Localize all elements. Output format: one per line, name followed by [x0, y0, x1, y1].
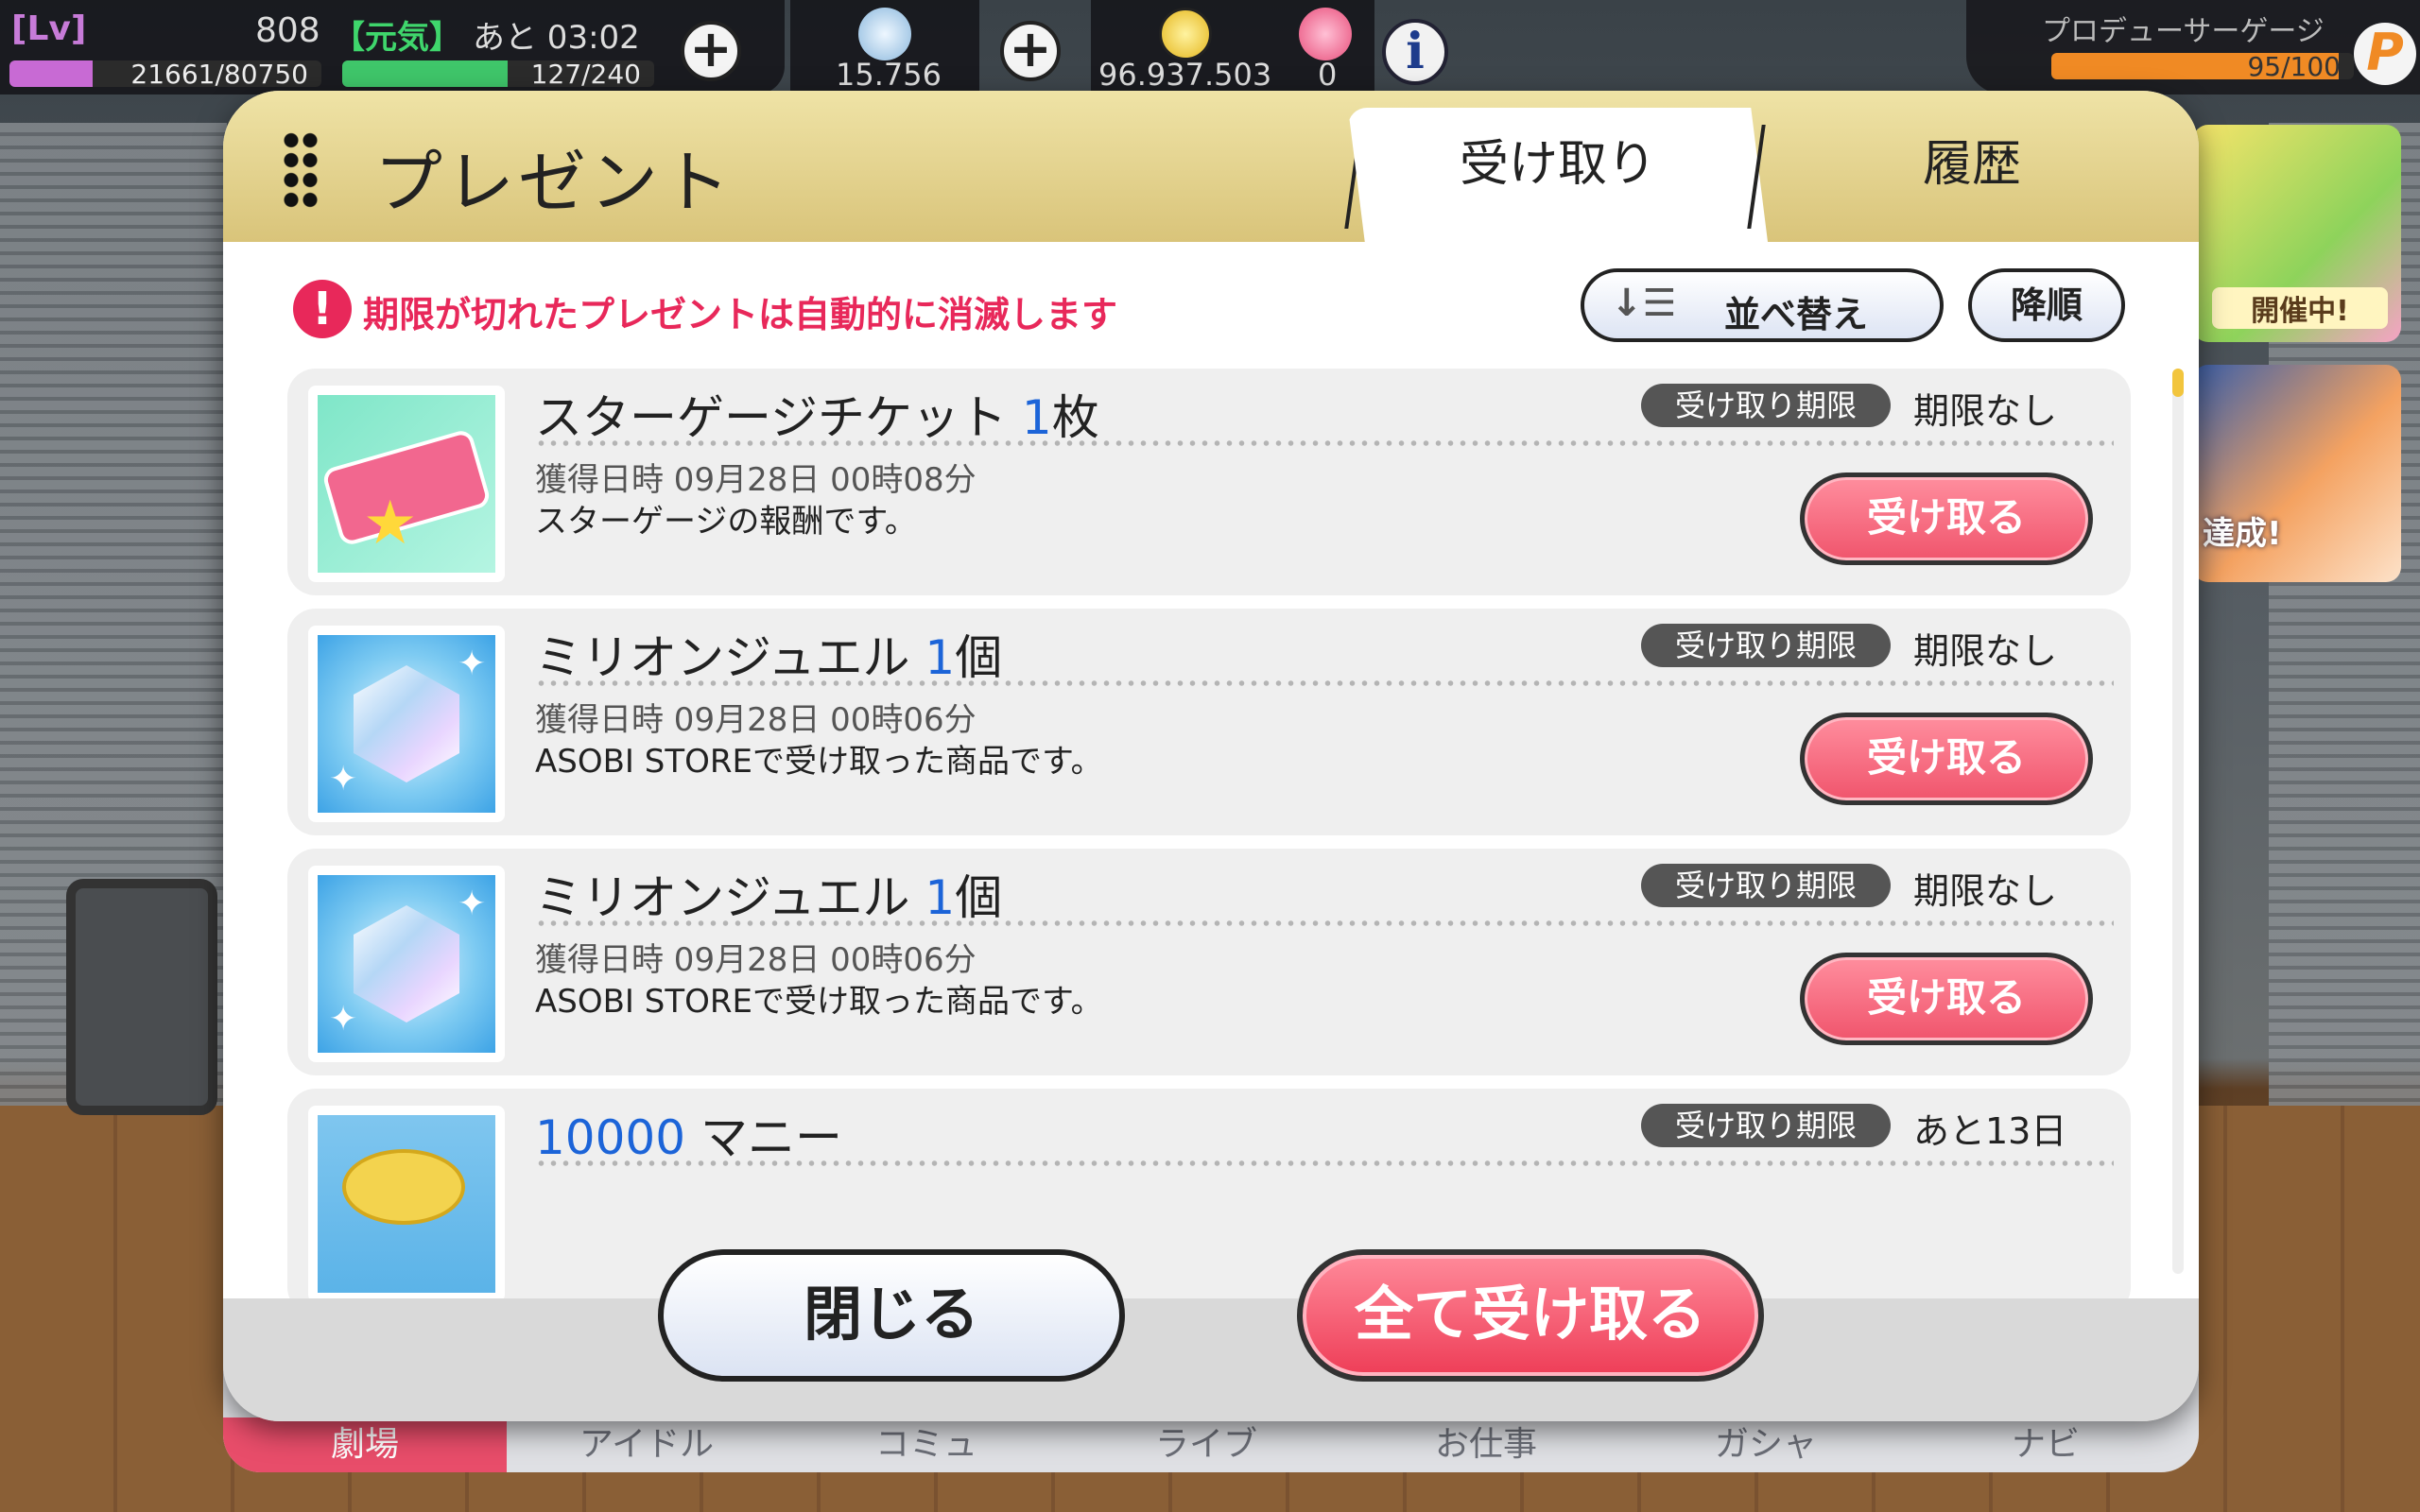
ticket-count: 0: [1318, 57, 1338, 93]
stamina-bar: 127/240: [342, 60, 654, 87]
player-status-panel: [Lv] 808 【元気】 あと 03:02 21661/80750 127/2…: [0, 0, 785, 94]
exp-bar: 21661/80750: [9, 60, 321, 87]
exp-bar-fill: [9, 60, 94, 87]
expiry-notice: 期限が切れたプレゼントは自動的に消滅します: [363, 294, 1118, 335]
dotted-divider: [535, 440, 2114, 446]
star-gauge-ticket-icon: ★: [318, 395, 495, 573]
present-item: ✦ ✦ ミリオンジュエル 1個 受け取り期限 期限なし 獲得日時 09月28日 …: [287, 849, 2131, 1075]
event-banner-2-text: 達成!: [2203, 515, 2282, 553]
present-thumbnail: ✦ ✦: [308, 866, 505, 1062]
nav-theater[interactable]: 劇場: [223, 1418, 507, 1472]
receive-button[interactable]: 受け取る: [1800, 472, 2093, 565]
sort-icon: ↓☰: [1611, 282, 1677, 325]
info-button[interactable]: i: [1382, 19, 1448, 85]
deadline-badge: 受け取り期限: [1641, 1104, 1891, 1147]
stamina-bar-fill: [342, 60, 508, 87]
present-modal: プレゼント 受け取り 履歴 ! 期限が切れたプレゼントは自動的に消滅します ↓☰…: [223, 91, 2199, 1421]
receive-button[interactable]: 受け取る: [1800, 953, 2093, 1045]
deadline-value: 期限なし: [1913, 870, 2058, 912]
present-name: スターゲージチケット 1枚: [535, 390, 1099, 445]
money-count: 96.937.503: [1098, 57, 1272, 93]
deadline-value: 期限なし: [1913, 630, 2058, 672]
present-description: ASOBI STOREで受け取った商品です。: [535, 743, 1103, 781]
event-banner-1[interactable]: 開催中!: [2193, 125, 2401, 342]
tab-history[interactable]: 履歴: [1773, 108, 2170, 242]
present-description: ASOBI STOREで受け取った商品です。: [535, 983, 1103, 1021]
deadline-badge: 受け取り期限: [1641, 384, 1891, 427]
producer-gauge-label: プロデューサーゲージ: [2042, 15, 2325, 48]
present-name: 10000 マニー: [535, 1110, 842, 1165]
nav-idol[interactable]: アイドル: [507, 1418, 786, 1472]
present-description: スターゲージの報酬です。: [535, 503, 917, 541]
present-list-panel: ! 期限が切れたプレゼントは自動的に消滅します ↓☰ 並べ替え 降順 ★ スター…: [223, 242, 2199, 1298]
present-thumbnail: ✦ ✦: [308, 626, 505, 822]
nav-live[interactable]: ライブ: [1066, 1418, 1346, 1472]
acquired-time: 獲得日時 09月28日 00時06分: [535, 701, 977, 739]
nav-work[interactable]: お仕事: [1346, 1418, 1626, 1472]
ticket-counter: 0: [1280, 0, 1374, 94]
money-coin-icon: [1159, 8, 1212, 60]
present-name: ミリオンジュエル 1個: [535, 870, 1003, 925]
receive-button[interactable]: 受け取る: [1800, 713, 2093, 805]
modal-footer: [223, 1298, 2199, 1421]
stamina-recovery-time: あと 03:02: [473, 19, 640, 57]
jewel-counter: 15.756: [790, 0, 979, 94]
background-chair: [66, 879, 217, 1115]
top-status-bar: [Lv] 808 【元気】 あと 03:02 21661/80750 127/2…: [0, 0, 2420, 94]
present-item: ✦ ✦ ミリオンジュエル 1個 受け取り期限 期限なし 獲得日時 09月28日 …: [287, 609, 2131, 835]
million-jewel-icon: ✦ ✦: [318, 635, 495, 813]
sort-button[interactable]: ↓☰ 並べ替え: [1581, 268, 1944, 342]
present-thumbnail: ★: [308, 386, 505, 582]
present-name: ミリオンジュエル 1個: [535, 630, 1003, 685]
present-thumbnail: [308, 1106, 505, 1298]
producer-gauge-panel: プロデューサーゲージ 95/100 P: [1966, 0, 2420, 94]
add-jewel-button[interactable]: +: [1000, 21, 1061, 81]
dotted-divider: [535, 920, 2114, 926]
level-badge: [Lv]: [11, 9, 87, 48]
event-banner-1-text: 開催中!: [2212, 287, 2388, 329]
deadline-badge: 受け取り期限: [1641, 624, 1891, 667]
order-toggle-button[interactable]: 降順: [1968, 268, 2125, 342]
list-scrollbar[interactable]: [2172, 369, 2184, 1274]
money-counter: 96.937.503: [1091, 0, 1280, 94]
close-button[interactable]: 閉じる: [658, 1249, 1125, 1382]
deadline-value: 期限なし: [1913, 390, 2058, 432]
receive-all-button[interactable]: 全て受け取る: [1297, 1249, 1764, 1382]
deadline-badge: 受け取り期限: [1641, 864, 1891, 907]
ticket-icon: [1299, 8, 1352, 60]
level-value: 808: [255, 11, 320, 50]
acquired-time: 獲得日時 09月28日 00時06分: [535, 941, 977, 979]
drag-handle-icon: [282, 130, 320, 210]
modal-header: プレゼント 受け取り 履歴: [223, 91, 2199, 242]
jewel-icon: [858, 8, 911, 60]
stamina-value: 127/240: [530, 60, 641, 87]
deadline-value: あと13日: [1913, 1110, 2067, 1152]
exp-value: 21661/80750: [130, 60, 308, 87]
present-item: 10000 マニー 受け取り期限 あと13日: [287, 1089, 2131, 1298]
nav-commu[interactable]: コミュ: [786, 1418, 1066, 1472]
nav-gacha[interactable]: ガシャ: [1626, 1418, 1906, 1472]
list-scrollbar-thumb[interactable]: [2172, 369, 2184, 397]
warning-icon: !: [293, 280, 352, 338]
producer-gauge-bar: 95/100: [2051, 53, 2354, 79]
dotted-divider: [535, 680, 2114, 686]
add-stamina-button[interactable]: +: [681, 21, 741, 81]
modal-title: プレゼント: [374, 143, 735, 222]
event-banner-2[interactable]: 達成!: [2193, 365, 2401, 582]
producer-gauge-value: 95/100: [2247, 53, 2341, 79]
money-coin-icon: [318, 1115, 495, 1293]
producer-p-icon: P: [2354, 23, 2416, 85]
million-jewel-icon: ✦ ✦: [318, 875, 495, 1053]
present-item: ★ スターゲージチケット 1枚 受け取り期限 期限なし 獲得日時 09月28日 …: [287, 369, 2131, 595]
sort-label: 並べ替え: [1724, 294, 1869, 335]
acquired-time: 獲得日時 09月28日 00時08分: [535, 461, 977, 499]
stamina-label: 【元気】: [333, 19, 461, 57]
tab-receive[interactable]: 受け取り: [1348, 108, 1768, 242]
dotted-divider: [535, 1160, 2114, 1166]
nav-navi[interactable]: ナビ: [1906, 1418, 2186, 1472]
jewel-count: 15.756: [836, 57, 942, 93]
